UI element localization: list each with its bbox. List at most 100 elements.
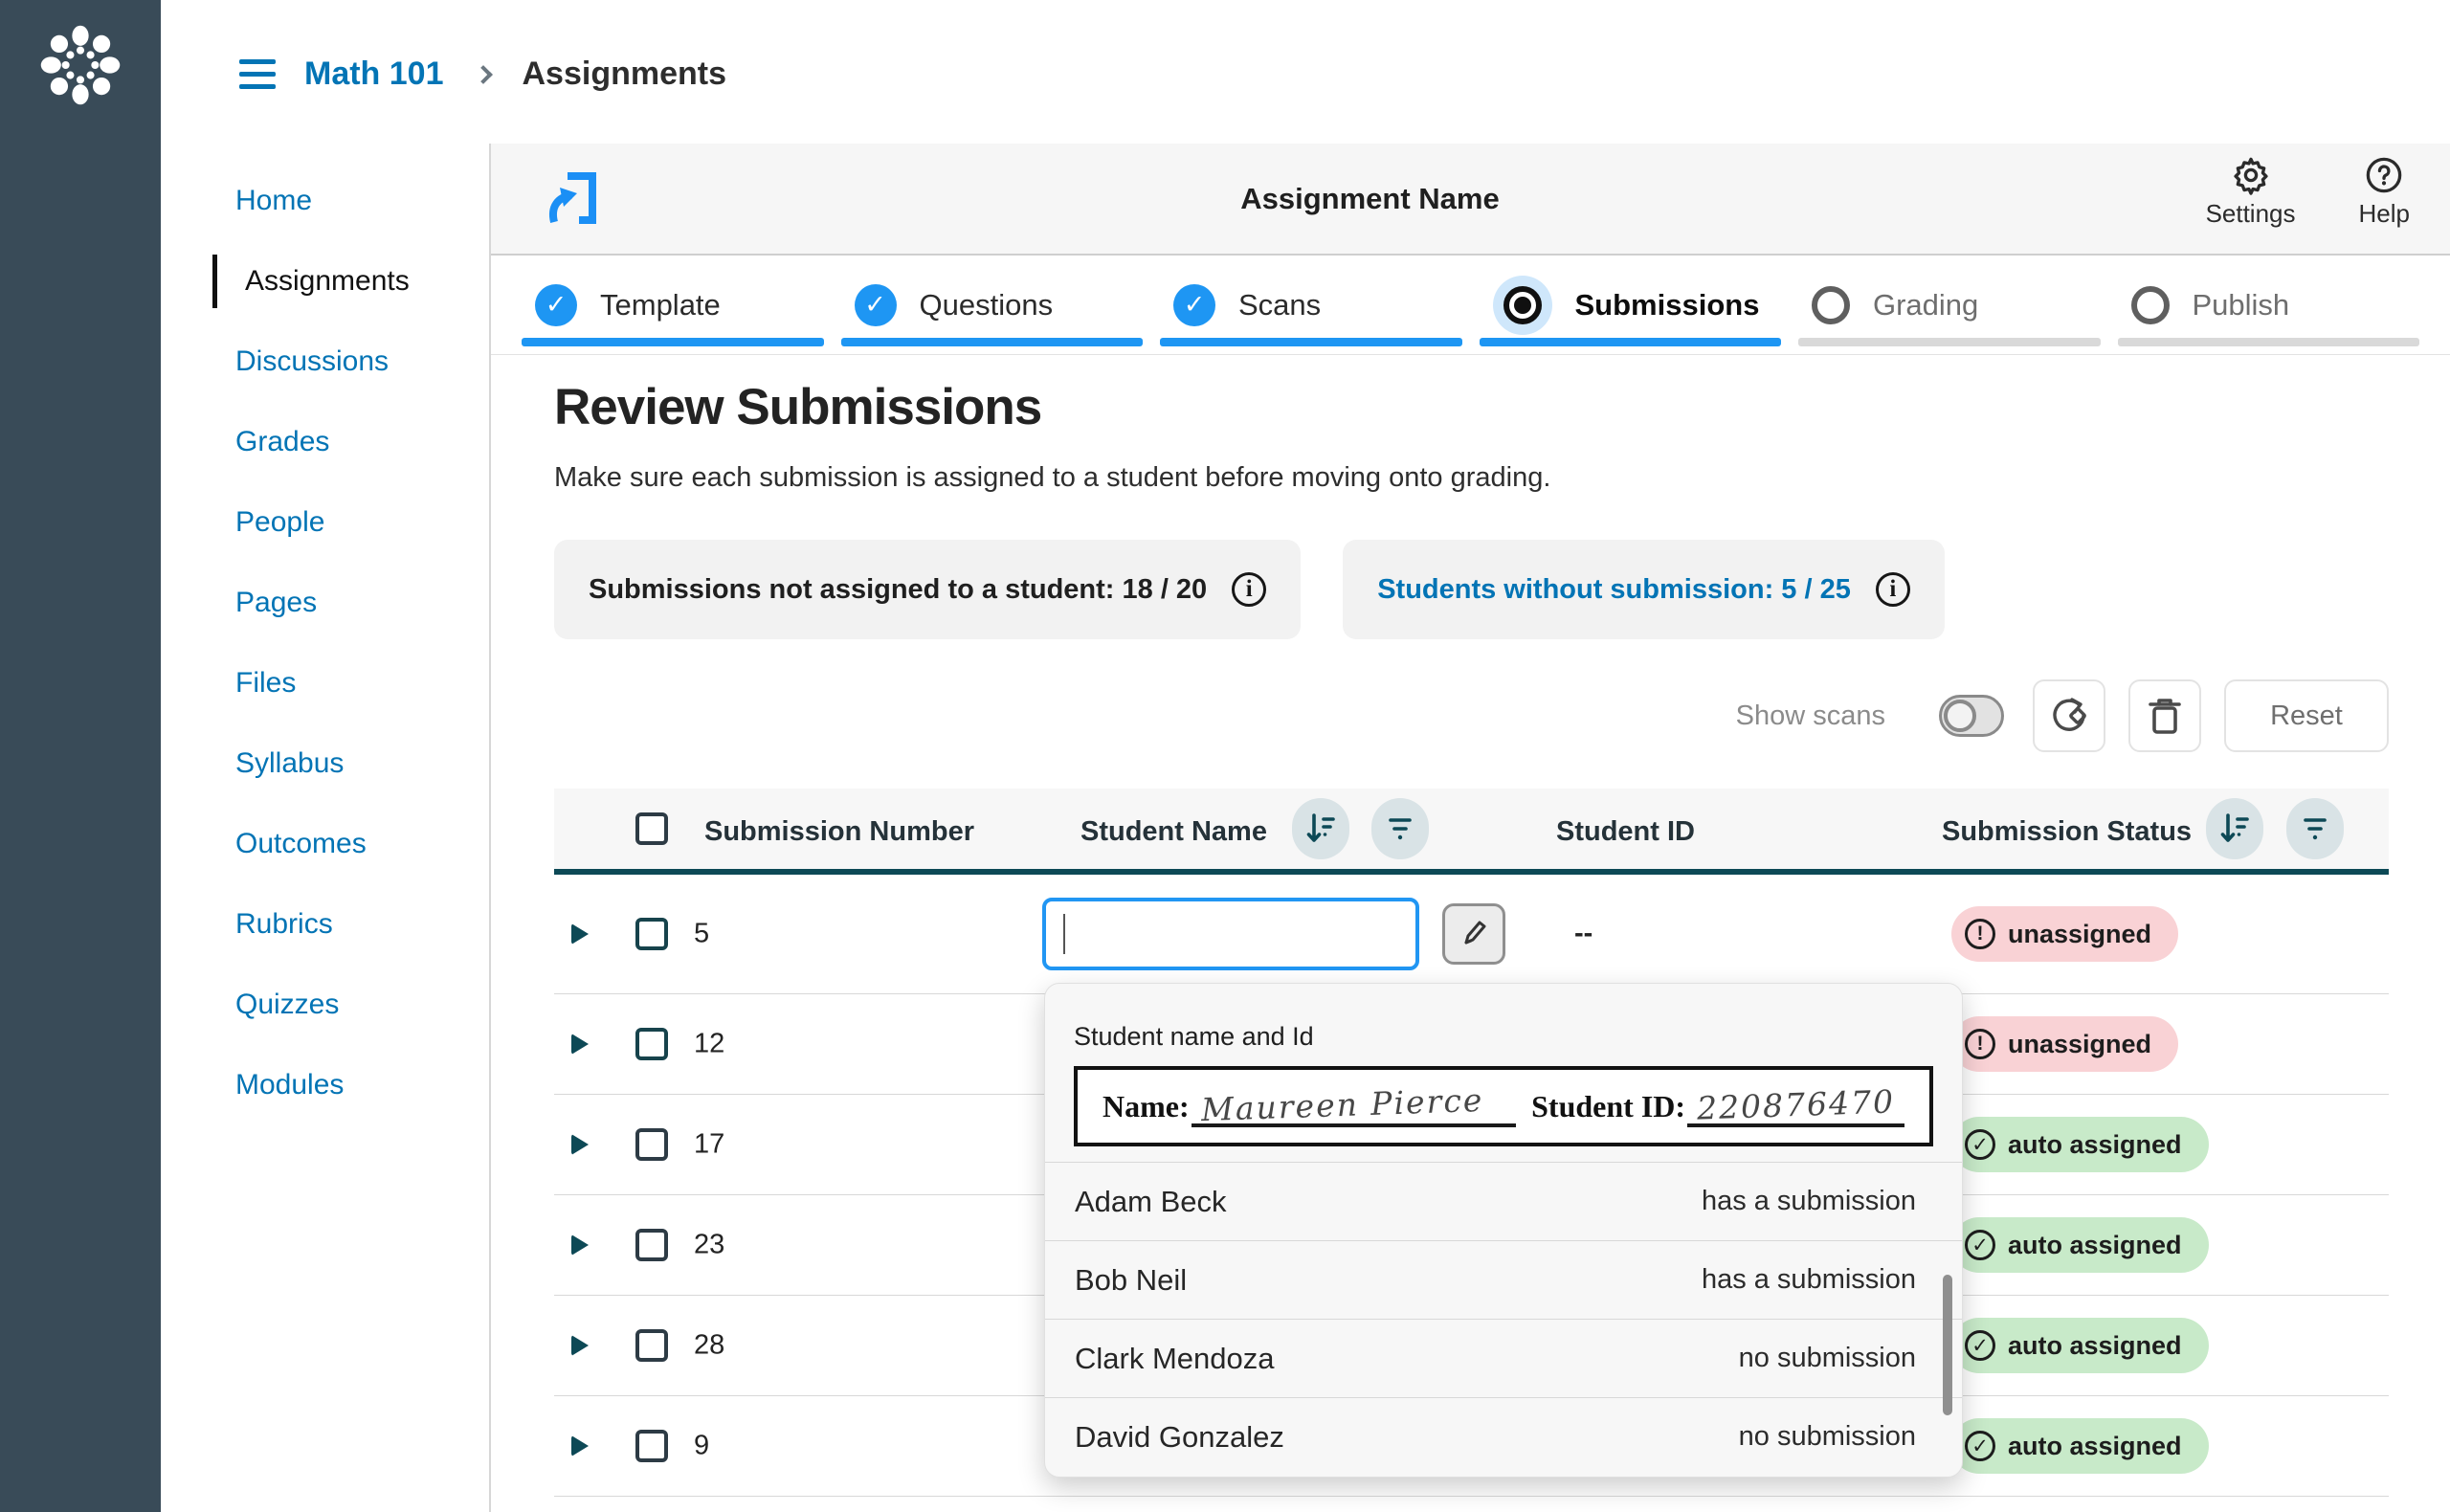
scan-name-handwriting: Maureen Pierce — [1192, 1086, 1516, 1127]
col-submission-status: Submission Status — [1942, 789, 2192, 875]
sidebar-item-grades[interactable]: Grades — [161, 402, 489, 482]
check-circle-icon: ✓ — [855, 284, 897, 326]
status-badge: ✓ auto assigned — [1951, 1418, 2209, 1474]
status-badge: ✓ auto assigned — [1951, 1117, 2209, 1172]
sort-icon — [1304, 812, 1337, 846]
show-scans-label: Show scans — [1736, 700, 1885, 732]
filter-student-name-button[interactable] — [1371, 798, 1429, 859]
header-actions: Settings Help — [2206, 155, 2410, 229]
row-checkbox[interactable] — [635, 1329, 668, 1362]
tab-questions[interactable]: ✓ Questions — [841, 256, 1144, 354]
row-checkbox[interactable] — [635, 1128, 668, 1161]
row-checkbox[interactable] — [635, 918, 668, 950]
students-without-submission-chip[interactable]: Students without submission: 5 / 25 i — [1343, 540, 1945, 639]
submission-number: 23 — [694, 1230, 724, 1261]
show-scans-toggle[interactable] — [1939, 695, 2004, 737]
reset-button[interactable]: Reset — [2224, 679, 2389, 752]
table-row: 5 -- ! unassigned — [554, 875, 2389, 994]
status-badge: ✓ auto assigned — [1951, 1217, 2209, 1273]
canvas-logo-icon[interactable] — [34, 19, 126, 111]
sort-status-button[interactable] — [2206, 798, 2263, 859]
student-option[interactable]: David Gonzalez no submission — [1045, 1397, 1962, 1476]
student-options-list: Adam Beck has a submission Bob Neil has … — [1045, 1162, 1962, 1476]
sort-icon — [2218, 812, 2251, 846]
tab-submissions[interactable]: Submissions — [1480, 256, 1782, 354]
expand-row-icon[interactable] — [571, 1034, 589, 1055]
scan-snippet: Name: Maureen Pierce Student ID: 2208764… — [1074, 1066, 1933, 1146]
chevron-right-icon — [474, 65, 493, 84]
submission-number: 9 — [694, 1431, 709, 1462]
alert-circle-icon: ! — [1965, 1029, 1995, 1059]
breadcrumb: Math 101 Assignments — [239, 56, 726, 93]
filter-icon — [2302, 812, 2328, 845]
status-badge: ! unassigned — [1951, 1016, 2178, 1072]
check-circle-icon: ✓ — [535, 284, 577, 326]
tab-template[interactable]: ✓ Template — [522, 256, 824, 354]
sidebar-item-rubrics[interactable]: Rubrics — [161, 884, 489, 965]
page-title: Review Submissions — [554, 378, 1041, 436]
student-option[interactable]: Bob Neil has a submission — [1045, 1240, 1962, 1319]
panel-header: Assignment Name Settings Help — [491, 144, 2450, 256]
sidebar-item-outcomes[interactable]: Outcomes — [161, 804, 489, 884]
row-checkbox[interactable] — [635, 1430, 668, 1462]
col-submission-number: Submission Number — [704, 789, 974, 875]
delete-button[interactable] — [2128, 679, 2201, 752]
tab-grading[interactable]: Grading — [1798, 256, 2101, 354]
expand-row-icon[interactable] — [571, 923, 589, 945]
sort-student-name-button[interactable] — [1292, 798, 1349, 859]
radio-empty-icon — [2131, 286, 2170, 324]
sidebar-item-syllabus[interactable]: Syllabus — [161, 723, 489, 804]
student-name-input[interactable] — [1042, 898, 1419, 970]
rerun-auto-assign-button[interactable] — [2033, 679, 2105, 752]
submission-number: 17 — [694, 1129, 724, 1161]
question-icon — [2364, 155, 2404, 195]
breadcrumb-course-link[interactable]: Math 101 — [304, 56, 444, 93]
radio-empty-icon — [1812, 286, 1850, 324]
expand-row-icon[interactable] — [571, 1435, 589, 1456]
filter-status-button[interactable] — [2286, 798, 2344, 859]
row-checkbox[interactable] — [635, 1229, 668, 1261]
sidebar-item-files[interactable]: Files — [161, 643, 489, 723]
hamburger-menu-icon[interactable] — [239, 59, 276, 89]
sidebar-item-quizzes[interactable]: Quizzes — [161, 965, 489, 1045]
alert-circle-icon: ! — [1965, 919, 1995, 949]
table-header: Submission Number Student Name Student — [554, 789, 2389, 875]
edit-name-button[interactable] — [1442, 903, 1505, 965]
settings-button[interactable]: Settings — [2206, 155, 2296, 229]
scan-id-label: Student ID: — [1531, 1089, 1685, 1124]
scan-id-handwriting: 220876470 — [1687, 1086, 1904, 1127]
global-nav-rail — [0, 0, 161, 1512]
expand-row-icon[interactable] — [571, 1234, 589, 1256]
help-button[interactable]: Help — [2359, 155, 2410, 229]
summary-chips: Submissions not assigned to a student: 1… — [554, 540, 1945, 639]
submission-number: 5 — [694, 919, 709, 950]
sidebar-item-assignments[interactable]: Assignments — [161, 241, 489, 322]
select-all-checkbox[interactable] — [635, 812, 668, 845]
sidebar-item-discussions[interactable]: Discussions — [161, 322, 489, 402]
panel-title: Assignment Name — [491, 144, 2249, 254]
col-student-id: Student ID — [1556, 789, 1695, 875]
sidebar-item-home[interactable]: Home — [161, 161, 489, 241]
check-circle-icon: ✓ — [1965, 1230, 1995, 1260]
tab-scans[interactable]: ✓ Scans — [1160, 256, 1462, 354]
info-icon[interactable]: i — [1876, 572, 1910, 607]
check-circle-icon: ✓ — [1173, 284, 1215, 326]
page-subtitle: Make sure each submission is assigned to… — [554, 462, 1550, 494]
sidebar-item-pages[interactable]: Pages — [161, 563, 489, 643]
tab-publish[interactable]: Publish — [2118, 256, 2420, 354]
row-checkbox[interactable] — [635, 1028, 668, 1060]
sidebar-item-modules[interactable]: Modules — [161, 1045, 489, 1125]
expand-row-icon[interactable] — [571, 1134, 589, 1155]
assign-student-popover: Student name and Id Name: Maureen Pierce… — [1044, 983, 1963, 1478]
student-option[interactable]: Clark Mendoza no submission — [1045, 1319, 1962, 1397]
sidebar-item-people[interactable]: People — [161, 482, 489, 563]
check-circle-icon: ✓ — [1965, 1431, 1995, 1461]
text-caret — [1063, 914, 1065, 954]
expand-row-icon[interactable] — [571, 1335, 589, 1356]
info-icon[interactable]: i — [1232, 572, 1266, 607]
scan-name-label: Name: — [1102, 1089, 1190, 1124]
scrollbar-thumb[interactable] — [1943, 1275, 1952, 1415]
check-circle-icon: ✓ — [1965, 1330, 1995, 1361]
student-option[interactable]: Adam Beck has a submission — [1045, 1162, 1962, 1240]
rotate-icon — [2049, 696, 2089, 736]
